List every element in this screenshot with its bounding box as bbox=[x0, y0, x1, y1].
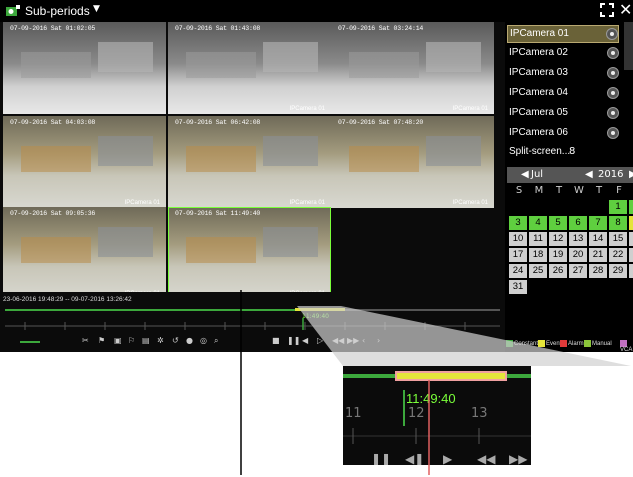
callout-overlay bbox=[240, 290, 631, 475]
zoom-projection bbox=[297, 306, 631, 366]
